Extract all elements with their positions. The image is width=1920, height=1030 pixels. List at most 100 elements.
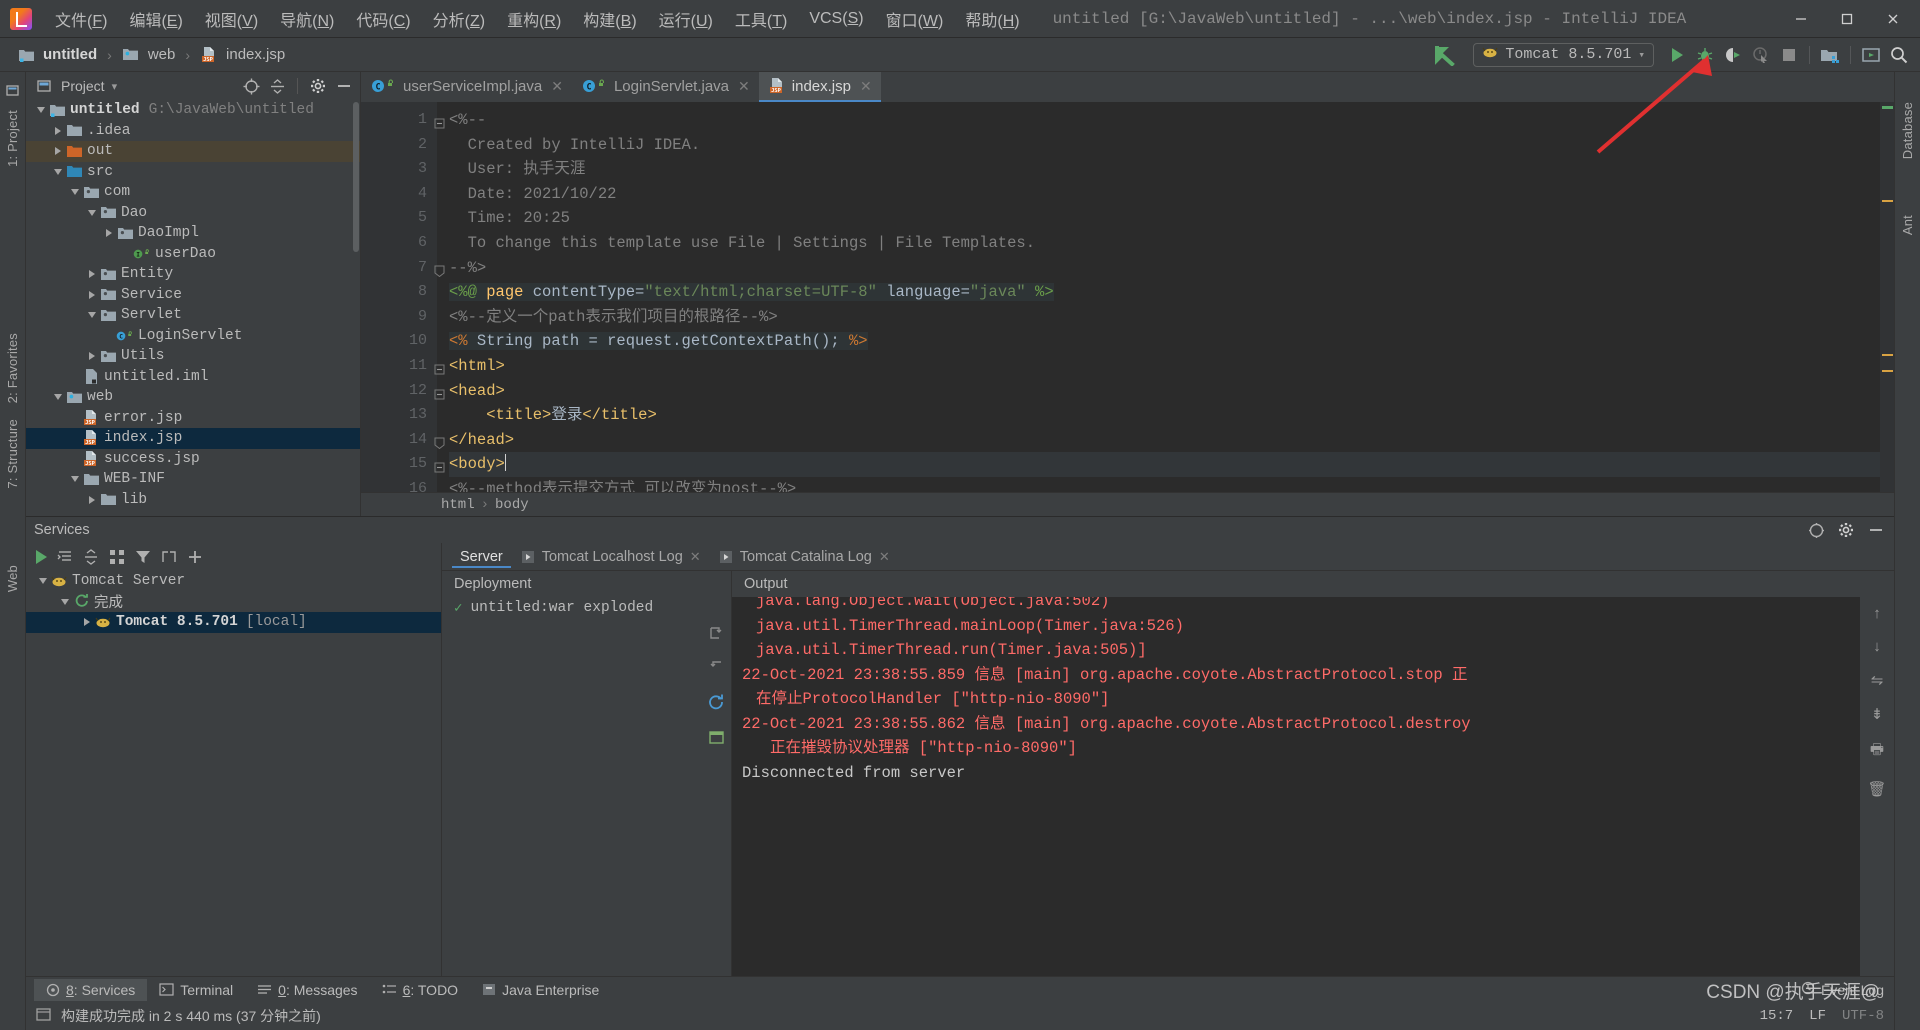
menu-item-5[interactable]: 分析(Z) xyxy=(422,4,496,34)
code-line-9[interactable]: <%--定义一个path表示我们项目的根路径--%> xyxy=(449,305,1880,330)
tree-row-web[interactable]: web xyxy=(26,387,360,408)
tree-twisty-right-icon[interactable] xyxy=(85,352,99,361)
menu-item-3[interactable]: 导航(N) xyxy=(269,4,345,34)
services-tree[interactable]: Tomcat Server 完成 Tomcat 8.5.701 [local] xyxy=(26,571,441,976)
redeploy-icon[interactable] xyxy=(708,625,724,645)
code-line-8[interactable]: <%@ page contentType="text/html;charset=… xyxy=(449,280,1880,305)
undeploy-icon[interactable] xyxy=(708,659,724,679)
tool-button-6--todo[interactable]: 6: TODO xyxy=(370,979,471,1001)
tree-row-web-inf[interactable]: WEB-INF xyxy=(26,469,360,490)
update-application-button[interactable] xyxy=(1858,42,1884,68)
tab-close-icon[interactable]: ✕ xyxy=(690,549,701,565)
tree-twisty-right-icon[interactable] xyxy=(85,495,99,504)
editor-breadcrumb-html[interactable]: html xyxy=(441,497,475,513)
tree-twisty-right-icon[interactable] xyxy=(85,290,99,299)
tab-close-icon[interactable]: ✕ xyxy=(551,78,563,95)
group-button[interactable] xyxy=(109,549,125,565)
editor-breadcrumb-body[interactable]: body xyxy=(495,497,529,513)
scroll-to-end-icon[interactable]: ⇟ xyxy=(1871,705,1884,723)
help-icon[interactable] xyxy=(1806,520,1826,540)
expand-all-button[interactable] xyxy=(57,549,73,565)
tab-close-icon[interactable]: ✕ xyxy=(860,78,872,95)
tree-row-com[interactable]: com xyxy=(26,182,360,203)
menu-item-4[interactable]: 代码(C) xyxy=(345,4,421,34)
profiler-button[interactable] xyxy=(1748,42,1774,68)
menu-item-2[interactable]: 视图(V) xyxy=(194,4,269,34)
menu-item-9[interactable]: 工具(T) xyxy=(724,4,798,34)
run-service-button[interactable] xyxy=(36,550,47,564)
tree-twisty-down-icon[interactable] xyxy=(85,312,99,319)
stop-button[interactable] xyxy=(1776,42,1802,68)
tree-row-untitled-iml[interactable]: untitled.iml xyxy=(26,367,360,388)
tree-twisty-down-icon[interactable] xyxy=(85,209,99,216)
tree-twisty-down-icon[interactable] xyxy=(34,107,48,114)
editor-breadcrumb[interactable]: html › body xyxy=(361,492,1894,516)
services-tree-row[interactable]: Tomcat 8.5.701 [local] xyxy=(26,612,441,633)
tab-close-icon[interactable]: ✕ xyxy=(879,549,890,565)
deployment-item[interactable]: ✓ untitled:war exploded xyxy=(442,597,701,619)
refresh-icon[interactable] xyxy=(707,693,725,715)
tree-row-loginservlet[interactable]: C LoginServlet xyxy=(26,326,360,347)
tree-row-utils[interactable]: Utils xyxy=(26,346,360,367)
clear-all-icon[interactable]: 🗑 xyxy=(1867,780,1886,798)
project-tree-scrollbar[interactable] xyxy=(353,102,359,252)
browser-icon[interactable] xyxy=(708,729,725,750)
code-line-11[interactable]: <html> xyxy=(449,354,1880,379)
collapse-all-icon[interactable] xyxy=(267,76,287,96)
maximize-button[interactable] xyxy=(1824,0,1870,38)
minimize-button[interactable] xyxy=(1778,0,1824,38)
tool-button-0--messages[interactable]: 0: Messages xyxy=(245,979,369,1001)
make-project-icon[interactable] xyxy=(1429,42,1463,68)
services-tab-server[interactable]: Server xyxy=(452,546,511,568)
search-everywhere-button[interactable] xyxy=(1886,42,1912,68)
sidebar-item-structure[interactable]: 7: Structure xyxy=(5,411,20,497)
menu-item-0[interactable]: 文件(F) xyxy=(44,4,118,34)
run-configuration-selector[interactable]: Tomcat 8.5.701 ▾ xyxy=(1473,42,1654,67)
file-encoding[interactable]: UTF-8 xyxy=(1842,1008,1884,1024)
run-button[interactable] xyxy=(1664,42,1690,68)
select-opened-file-icon[interactable] xyxy=(241,76,261,96)
debug-button[interactable] xyxy=(1692,42,1718,68)
tree-twisty-right-icon[interactable] xyxy=(51,126,65,135)
error-marker-bar[interactable] xyxy=(1880,102,1894,492)
chevron-down-icon[interactable]: ▾ xyxy=(1638,48,1645,62)
menu-item-11[interactable]: 窗口(W) xyxy=(875,4,955,34)
services-tree-row[interactable]: Tomcat Server xyxy=(26,571,441,592)
code-line-10[interactable]: <% String path = request.getContextPath(… xyxy=(449,329,1880,354)
tree-twisty-down-icon[interactable] xyxy=(51,394,65,401)
tree-twisty-down-icon[interactable] xyxy=(68,476,82,483)
tree-row-service[interactable]: Service xyxy=(26,285,360,306)
sidebar-item-project[interactable]: 1: Project xyxy=(5,102,20,175)
tree-row-untitled[interactable]: untitled G:\JavaWeb\untitled xyxy=(26,100,360,121)
sidebar-item-ant[interactable]: Ant xyxy=(1900,207,1915,243)
caret-position[interactable]: 15:7 xyxy=(1760,1008,1794,1024)
services-tree-row[interactable]: 完成 xyxy=(26,592,441,612)
tree-twisty-down-icon[interactable] xyxy=(36,578,50,585)
tree-row-lib[interactable]: lib xyxy=(26,490,360,511)
tree-twisty-right-icon[interactable] xyxy=(80,618,94,627)
editor-tab-loginservlet-java[interactable]: C LoginServlet.java ✕ xyxy=(572,72,759,102)
breadcrumb-item-2[interactable]: JSP index.jsp xyxy=(197,45,288,64)
tree-row-servlet[interactable]: Servlet xyxy=(26,305,360,326)
tool-button-java-enterprise[interactable]: Java Enterprise xyxy=(470,979,611,1001)
tree-twisty-right-icon[interactable] xyxy=(102,229,116,238)
tree-twisty-right-icon[interactable] xyxy=(85,270,99,279)
project-tree[interactable]: untitled G:\JavaWeb\untitled .idea out src co… xyxy=(26,100,360,516)
chevron-down-icon[interactable]: ▾ xyxy=(112,80,118,93)
tree-row-daoimpl[interactable]: DaoImpl xyxy=(26,223,360,244)
code-line-6[interactable]: To change this template use File | Setti… xyxy=(449,231,1880,256)
tree-row-dao[interactable]: Dao xyxy=(26,203,360,224)
code-line-12[interactable]: <head> xyxy=(449,379,1880,404)
tree-row-success-jsp[interactable]: JSP success.jsp xyxy=(26,449,360,470)
scroll-down-icon[interactable]: ↓ xyxy=(1873,638,1881,655)
tree-row-userdao[interactable]: IuserDao xyxy=(26,244,360,265)
sidebar-item-database[interactable]: Database xyxy=(1900,94,1915,167)
tree-row-entity[interactable]: Entity xyxy=(26,264,360,285)
line-separator[interactable]: LF xyxy=(1809,1008,1826,1024)
show-configurations-button[interactable] xyxy=(161,549,177,565)
services-tab-tomcat-localhost-log[interactable]: Tomcat Localhost Log ✕ xyxy=(513,546,709,568)
filter-button[interactable] xyxy=(135,549,151,565)
tab-close-icon[interactable]: ✕ xyxy=(738,78,750,95)
code-line-3[interactable]: User: 执手天涯 xyxy=(449,157,1880,182)
code-line-15[interactable]: <body> xyxy=(449,452,1880,477)
